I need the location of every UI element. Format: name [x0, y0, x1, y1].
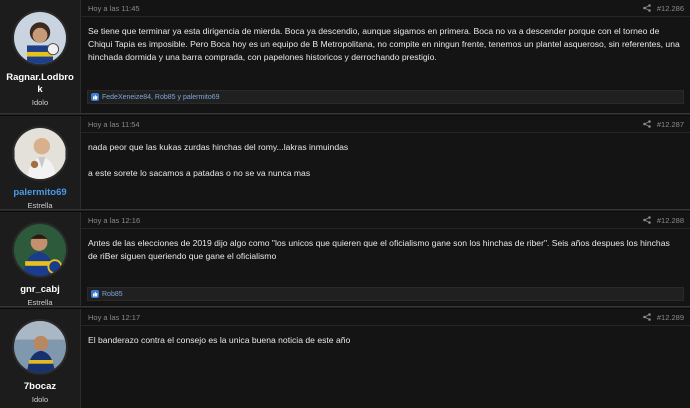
- post-item: 7bocaz Idolo Hoy a las 12:17 #12.289 El …: [0, 309, 690, 408]
- user-info: Ragnar.Lodbrok Idolo: [0, 0, 81, 114]
- post-body: Se tiene que terminar ya esta dirigencia…: [88, 26, 680, 63]
- thread-posts: Ragnar.Lodbrok Idolo Hoy a las 11:45 #12…: [0, 0, 690, 408]
- username[interactable]: 7bocaz: [5, 381, 75, 393]
- like-icon: [91, 93, 99, 101]
- post-timestamp[interactable]: Hoy a las 11:45: [88, 4, 140, 13]
- avatar[interactable]: [12, 126, 68, 181]
- user-info: gnr_cabj Estrella: [0, 212, 81, 307]
- reactions-bar[interactable]: FedeXeneize84, Rob85 y palermito69: [87, 90, 684, 104]
- reaction-users[interactable]: Rob85: [102, 291, 123, 298]
- post-header: Hoy a las 11:54 #12.287: [81, 116, 690, 133]
- user-info: palermito69 Estrella: [0, 116, 81, 210]
- post-header: Hoy a las 11:45 #12.286: [81, 0, 690, 17]
- username[interactable]: gnr_cabj: [5, 284, 75, 296]
- reaction-users[interactable]: FedeXeneize84, Rob85 y palermito69: [102, 94, 220, 101]
- post-number[interactable]: #12.288: [657, 216, 684, 225]
- user-role: Idolo: [31, 395, 49, 404]
- post-timestamp[interactable]: Hoy a las 12:16: [88, 216, 140, 225]
- share-icon[interactable]: [643, 313, 651, 321]
- user-role: Idolo: [31, 98, 49, 107]
- username[interactable]: Ragnar.Lodbrok: [5, 72, 75, 96]
- like-icon: [91, 290, 99, 298]
- post-body: El banderazo contra el consejo es la uni…: [88, 335, 351, 345]
- reactions-bar[interactable]: Rob85: [87, 287, 684, 301]
- post-content: Hoy a las 11:54 #12.287 nada peor que la…: [81, 116, 690, 210]
- post-item: Ragnar.Lodbrok Idolo Hoy a las 11:45 #12…: [0, 0, 690, 114]
- username[interactable]: palermito69: [5, 187, 75, 199]
- post-number[interactable]: #12.286: [657, 4, 684, 13]
- avatar[interactable]: [12, 10, 68, 66]
- share-icon[interactable]: [643, 216, 651, 224]
- post-content: Hoy a las 11:45 #12.286 Se tiene que ter…: [81, 0, 690, 114]
- post-body: Antes de las elecciones de 2019 dijo alg…: [88, 238, 670, 262]
- share-icon[interactable]: [643, 120, 651, 128]
- post-item: palermito69 Estrella Hoy a las 11:54 #12…: [0, 116, 690, 210]
- post-timestamp[interactable]: Hoy a las 12:17: [88, 313, 140, 322]
- post-header: Hoy a las 12:17 #12.289: [81, 309, 690, 326]
- post-content: Hoy a las 12:17 #12.289 El banderazo con…: [81, 309, 690, 408]
- post-content: Hoy a las 12:16 #12.288 Antes de las ele…: [81, 212, 690, 307]
- share-icon[interactable]: [643, 4, 651, 12]
- post-item: gnr_cabj Estrella Hoy a las 12:16 #12.28…: [0, 212, 690, 307]
- post-body: nada peor que las kukas zurdas hinchas d…: [88, 142, 349, 179]
- user-info: 7bocaz Idolo: [0, 309, 81, 408]
- post-header: Hoy a las 12:16 #12.288: [81, 212, 690, 229]
- avatar[interactable]: [12, 319, 68, 375]
- avatar[interactable]: [12, 222, 68, 278]
- post-timestamp[interactable]: Hoy a las 11:54: [88, 120, 140, 129]
- post-number[interactable]: #12.289: [657, 313, 684, 322]
- post-number[interactable]: #12.287: [657, 120, 684, 129]
